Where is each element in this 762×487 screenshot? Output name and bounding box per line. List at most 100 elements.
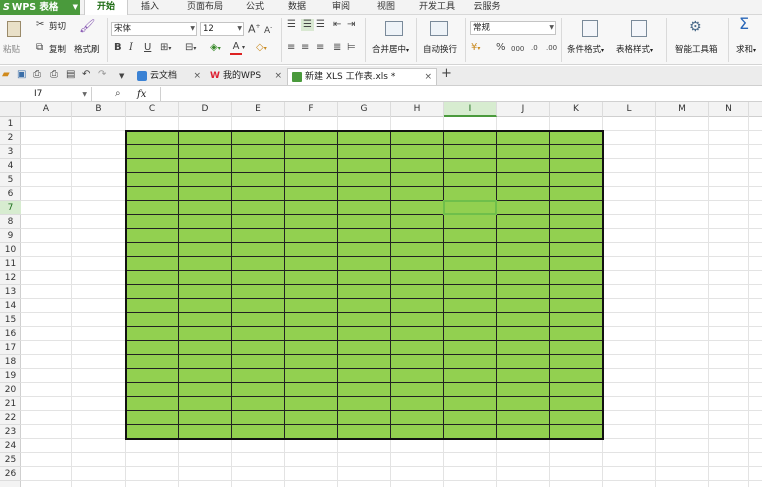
chevron-down-icon[interactable]: ▾: [242, 42, 245, 54]
menu-tab-3[interactable]: 公式: [236, 0, 274, 15]
percent-button[interactable]: %: [496, 42, 506, 54]
row-header-2[interactable]: 2: [0, 131, 21, 145]
insert-function-button[interactable]: fx: [137, 87, 146, 102]
name-box[interactable]: I7 ▼: [0, 87, 92, 102]
table-style-button[interactable]: 表格样式▾: [616, 43, 653, 55]
smart-toolbox-button[interactable]: 智能工具箱: [675, 43, 718, 55]
redo-icon[interactable]: ↷: [98, 69, 106, 81]
row-header-12[interactable]: 12: [0, 271, 21, 285]
menu-tab-7[interactable]: 开发工具: [412, 0, 462, 15]
column-header-m[interactable]: M: [656, 102, 709, 117]
row-header-7[interactable]: 7: [0, 201, 21, 215]
chevron-down-icon[interactable]: ▼: [119, 70, 124, 82]
borders-icon[interactable]: ⊞▾: [160, 42, 171, 55]
increase-decimal-icon[interactable]: .0: [531, 42, 538, 54]
close-icon[interactable]: ×: [193, 68, 201, 84]
format-painter-button[interactable]: 格式刷: [74, 43, 100, 55]
paste-button[interactable]: 粘贴: [3, 43, 20, 55]
sum-button[interactable]: 求和▾: [736, 43, 756, 55]
menu-tab-6[interactable]: 视图: [366, 0, 406, 15]
font-size-select[interactable]: 12 ▼: [200, 22, 244, 36]
row-header-26[interactable]: 26: [0, 467, 21, 481]
distribute-icon[interactable]: ⊨: [347, 42, 356, 54]
select-all-corner[interactable]: [0, 102, 21, 117]
menu-tab-2[interactable]: 页面布局: [176, 0, 234, 15]
undo-icon[interactable]: ↶: [82, 69, 90, 81]
indent-decrease-icon[interactable]: ⇤: [333, 19, 341, 31]
export-icon[interactable]: ▤: [66, 69, 75, 81]
number-format-select[interactable]: 常规 ▼: [470, 21, 556, 35]
align-left-icon[interactable]: ≡: [287, 42, 295, 54]
column-header-b[interactable]: B: [72, 102, 126, 117]
fill-color-icon[interactable]: ◈▾: [210, 42, 221, 55]
close-icon[interactable]: ×: [274, 68, 282, 84]
row-header-9[interactable]: 9: [0, 229, 21, 243]
underline-button[interactable]: U: [144, 42, 151, 54]
row-header-15[interactable]: 15: [0, 313, 21, 327]
tab-new-xls[interactable]: 新建 XLS 工作表.xls * ×: [287, 68, 437, 85]
italic-button[interactable]: I: [129, 42, 133, 54]
menu-tab-0[interactable]: 开始: [84, 0, 128, 16]
row-header-1[interactable]: 1: [0, 117, 21, 131]
align-middle-icon[interactable]: ☰: [301, 19, 314, 31]
tab-cloud-docs[interactable]: 云文档 ×: [133, 68, 205, 85]
formula-input[interactable]: [160, 87, 762, 102]
merge-center-button[interactable]: 合并居中▾: [372, 43, 409, 55]
indent-increase-icon[interactable]: ⇥: [347, 19, 355, 31]
open-folder-icon[interactable]: ▰: [2, 69, 10, 81]
merge-cells-icon[interactable]: ⊟▾: [185, 42, 196, 55]
column-header-j[interactable]: J: [497, 102, 550, 117]
tab-my-wps[interactable]: W 我的WPS ×: [206, 68, 286, 85]
print-icon[interactable]: ⎙: [50, 69, 58, 81]
row-header-10[interactable]: 10: [0, 243, 21, 257]
menu-tab-8[interactable]: 云服务: [465, 0, 509, 15]
row-header-4[interactable]: 4: [0, 159, 21, 173]
align-bottom-icon[interactable]: ☰: [316, 19, 325, 31]
cut-button[interactable]: 剪切: [49, 20, 66, 32]
align-top-icon[interactable]: ☰: [287, 19, 296, 31]
row-header-22[interactable]: 22: [0, 411, 21, 425]
column-header-f[interactable]: F: [285, 102, 338, 117]
column-header-h[interactable]: H: [391, 102, 444, 117]
column-header-i[interactable]: I: [444, 102, 497, 117]
row-header-5[interactable]: 5: [0, 173, 21, 187]
row-header-23[interactable]: 23: [0, 425, 21, 439]
table-style-icon[interactable]: [631, 20, 647, 37]
menu-tab-4[interactable]: 数据: [277, 0, 317, 15]
active-cell[interactable]: [443, 200, 497, 215]
row-header-3[interactable]: 3: [0, 145, 21, 159]
row-header-6[interactable]: 6: [0, 187, 21, 201]
decrease-decimal-icon[interactable]: .00: [546, 42, 557, 54]
row-header-20[interactable]: 20: [0, 383, 21, 397]
row-header-14[interactable]: 14: [0, 299, 21, 313]
row-header-25[interactable]: 25: [0, 453, 21, 467]
column-header-c[interactable]: C: [126, 102, 179, 117]
cell-area[interactable]: [21, 117, 762, 487]
save-icon[interactable]: ▣: [17, 69, 26, 81]
close-icon[interactable]: ×: [424, 69, 432, 85]
column-header-g[interactable]: G: [338, 102, 391, 117]
row-header-17[interactable]: 17: [0, 341, 21, 355]
wrap-text-button[interactable]: 自动换行: [423, 43, 457, 55]
align-center-icon[interactable]: ≡: [301, 42, 309, 54]
column-header-d[interactable]: D: [179, 102, 232, 117]
thousands-separator-button[interactable]: 000: [511, 43, 524, 55]
font-name-select[interactable]: 宋体 ▼: [111, 22, 197, 36]
row-header-19[interactable]: 19: [0, 369, 21, 383]
column-header-l[interactable]: L: [603, 102, 656, 117]
print-preview-icon[interactable]: ⎙: [33, 69, 41, 81]
row-header-11[interactable]: 11: [0, 257, 21, 271]
column-header-e[interactable]: E: [232, 102, 285, 117]
conditional-format-button[interactable]: 条件格式▾: [567, 43, 604, 55]
zoom-search-icon[interactable]: ⌕: [115, 88, 121, 100]
currency-icon[interactable]: ¥▾: [471, 42, 480, 55]
column-header-n[interactable]: N: [709, 102, 749, 117]
increase-font-icon[interactable]: A+: [248, 21, 261, 36]
conditional-format-icon[interactable]: [582, 20, 598, 37]
copy-button[interactable]: 复制: [49, 43, 66, 55]
clear-format-icon[interactable]: ◇▾: [256, 42, 267, 55]
column-header-k[interactable]: K: [550, 102, 603, 117]
row-header-21[interactable]: 21: [0, 397, 21, 411]
justify-icon[interactable]: ≣: [333, 42, 341, 54]
bold-button[interactable]: B: [114, 42, 122, 54]
